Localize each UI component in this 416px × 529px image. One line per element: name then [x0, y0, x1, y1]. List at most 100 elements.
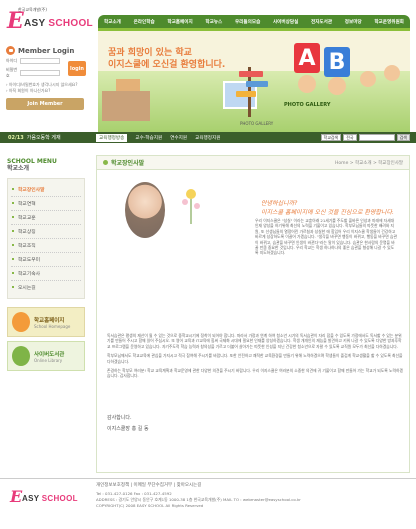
gnb-item-our-moments[interactable]: 우리들의모습 — [235, 19, 260, 25]
gnb-item-school-intro[interactable]: 학교소개 — [104, 19, 121, 25]
footer-logo-post: SCHOOL — [41, 494, 78, 503]
side-item-symbol[interactable]: 학교상징 — [11, 225, 81, 239]
side-menu-list: 학교장인사말 학교연혁 학교교훈 학교상징 학교조직 학교도우미 학교기숙사 오… — [7, 178, 85, 299]
library-icon — [12, 346, 30, 366]
footer-logo: E ASY SCHOOL — [8, 487, 78, 517]
gnb-item-school-news[interactable]: 학교뉴스 — [205, 19, 222, 25]
login-links: › 아이디/비밀번호가 생각나시지 않으세요? › 아직 회원이 아니신가요? — [6, 82, 92, 94]
hero-banner: 꿈과 희망이 있는 학교 이지스쿨에 오신걸 환영합니다. PHOTO GALL… — [98, 31, 410, 132]
logo-name-post: SCHOOL — [48, 18, 93, 29]
closing-thanks: 감사합니다. — [107, 415, 132, 421]
hero-headline-2: 이지스쿨에 오신걸 환영합니다. — [108, 60, 226, 70]
student-face — [328, 77, 346, 95]
join-member-button[interactable]: Join Member — [6, 98, 84, 110]
logo-name-pre: ASY — [24, 18, 46, 29]
body-text: 독서습관은 평생의 재산이 될 수 있는 것으로 중학교시기에 정착이 되어야 … — [107, 333, 403, 383]
pw-label: 비밀번호 — [6, 67, 18, 78]
principal-photo — [125, 182, 165, 238]
search-button[interactable]: 검색 — [396, 134, 410, 141]
library-banner-sub: Online Library — [34, 358, 63, 363]
content-title-text: 학교장인사말 — [111, 160, 145, 167]
login-title: Member Login — [6, 46, 92, 55]
login-panel: Member Login 아이디 비밀번호 login › 아이디/비밀번호가 … — [6, 46, 92, 126]
body-paragraph-3: 존경하는 학부모 여러분! 학교 교육계획과 학교운영에 관한 다양한 의견을 … — [107, 368, 403, 379]
id-label: 아이디 — [6, 58, 18, 63]
logo-e-mark: E — [7, 8, 24, 34]
breadcrumb: Home > 학교소개 > 학교장인사말 — [335, 160, 403, 166]
gnb-item-e-library[interactable]: 전자도서관 — [311, 19, 332, 25]
signpost-board — [236, 91, 256, 97]
homepage-banner-sub: School Homepage — [34, 324, 71, 329]
footer-logo-pre: ASY — [22, 494, 40, 503]
footer-links[interactable]: 개인정보보호정책 | 이메일 무단수집거부 | 찾아오시는길 — [96, 482, 201, 488]
homepage-banner-title: 학교홈페이지 — [34, 318, 65, 324]
footer-logo-text: ASY SCHOOL — [22, 494, 78, 503]
main-content: 학교장인사말 Home > 학교소개 > 학교장인사말 안녕하십니까? 이지스쿨… — [96, 155, 410, 473]
tab-teaching-support[interactable]: 교수·학습지원 — [135, 135, 162, 141]
lock-icon — [6, 46, 15, 55]
side-menu-title-en: SCHOOL MENU — [7, 158, 57, 165]
side-menu: SCHOOL MENU 학교소개 학교장인사말 학교연혁 학교교훈 학교상징 학… — [7, 158, 85, 371]
logo-text: ASY SCHOOL — [24, 18, 93, 29]
notice-date: 02/13 가음오동학 게재 — [0, 134, 96, 141]
login-title-text: Member Login — [18, 46, 75, 55]
service-tabs: 교육행정방송 교수·학습지원 연수지원 교육행정지원 — [96, 133, 220, 142]
footer-divider — [0, 478, 416, 479]
side-item-history[interactable]: 학교연혁 — [11, 197, 81, 211]
school-search-input[interactable] — [358, 134, 395, 141]
school-search: 학교검색 전국 검색 — [320, 134, 416, 141]
side-item-helper[interactable]: 학교도우미 — [11, 253, 81, 267]
signpost-board — [246, 81, 268, 87]
signup-question-link[interactable]: › 아직 회원이 아니신가요? — [6, 88, 92, 94]
bullet-icon — [103, 160, 108, 165]
greeting-hello: 안녕하십니까? — [261, 200, 298, 207]
side-item-motto[interactable]: 학교교훈 — [11, 211, 81, 225]
side-item-organization[interactable]: 학교조직 — [11, 239, 81, 253]
side-item-principal[interactable]: 학교장인사말 — [11, 183, 81, 197]
body-paragraph-2: 학부모님께서도 학교교육에 관심을 가지시고 적극 참여해 주시기를 바랍니다.… — [107, 353, 403, 364]
tab-admin-support[interactable]: 교육행정지원 — [195, 135, 220, 141]
library-banner-title: 사이버도서관 — [34, 352, 65, 358]
gnb-item-committee[interactable]: 학교운영위원회 — [374, 19, 404, 25]
school-building — [102, 91, 150, 121]
student-face — [384, 65, 400, 81]
footer-copyright: COPYRIGHT(C) 2008 EASY SCHOOL All Rights… — [96, 503, 204, 508]
side-item-dormitory[interactable]: 학교기숙사 — [11, 267, 81, 281]
library-banner[interactable]: 사이버도서관 Online Library — [7, 341, 85, 371]
global-nav: 학교소개 온라인학습 학교홈페이지 학교뉴스 우리들의모습 사이버상담실 전자도… — [98, 15, 410, 28]
student-face — [360, 71, 376, 87]
region-select[interactable]: 전국 — [343, 134, 357, 141]
greeting-welcome: 이지스쿨 홈페이지에 오신 것을 진심으로 환영합니다. — [261, 209, 394, 216]
signpost-board — [239, 71, 263, 77]
notice-date-text[interactable]: 가음오동학 게재 — [27, 135, 61, 141]
tab-training-support[interactable]: 연수지원 — [170, 135, 187, 141]
gnb-item-info[interactable]: 정보마당 — [345, 19, 362, 25]
gnb-item-online-learning[interactable]: 온라인학습 — [134, 19, 155, 25]
body-paragraph-1: 독서습관은 평생의 재산이 될 수 있는 것으로 중학교시기에 정착이 되어야 … — [107, 333, 402, 349]
homepage-icon — [12, 312, 30, 332]
photo-gallery-label[interactable]: PHOTO GALLERY — [284, 102, 330, 108]
id-input[interactable] — [20, 58, 60, 64]
side-menu-title: 학교소개 — [7, 165, 30, 172]
content-title: 학교장인사말 — [103, 158, 144, 167]
flower-decoration — [182, 189, 200, 224]
gnb-item-cyber-counsel[interactable]: 사이버상담실 — [273, 19, 298, 25]
homepage-banner[interactable]: 학교홈페이지 School Homepage — [7, 307, 85, 337]
student-face — [298, 75, 316, 93]
side-item-directions[interactable]: 오시는길 — [11, 281, 81, 294]
intro-paragraph: 우리 이지스쿨은 "성실" 이라는 교훈아래 21세기를 주도할 올바른 인성과… — [255, 218, 397, 256]
principal-signature: 이지스쿨장 홍 길 동 — [107, 426, 149, 432]
school-search-select[interactable]: 학교검색 — [320, 134, 342, 141]
password-input[interactable] — [20, 70, 60, 76]
letter-b-card: B — [324, 47, 350, 77]
login-button[interactable]: login — [68, 61, 86, 76]
page: 한국교육개발(주) E ASY SCHOOL 학교소개 온라인학습 학교홈페이지… — [0, 0, 416, 529]
site-logo[interactable]: 한국교육개발(주) E ASY SCHOOL — [5, 6, 93, 42]
footer-info: Tel : 031-427-0126 Fax : 031-427-4592 AD… — [96, 491, 301, 509]
content-header: 학교장인사말 Home > 학교소개 > 학교장인사말 — [97, 156, 409, 170]
sub-bar: 02/13 가음오동학 게재 교육행정방송 교수·학습지원 연수지원 교육행정지원… — [0, 132, 416, 143]
notice-date-num: 02/13 — [8, 135, 24, 141]
gnb-item-school-homepage[interactable]: 학교홈페이지 — [167, 19, 192, 25]
tab-edu-broadcast[interactable]: 교육행정방송 — [96, 133, 128, 142]
footer-logo-e: E — [10, 487, 23, 506]
